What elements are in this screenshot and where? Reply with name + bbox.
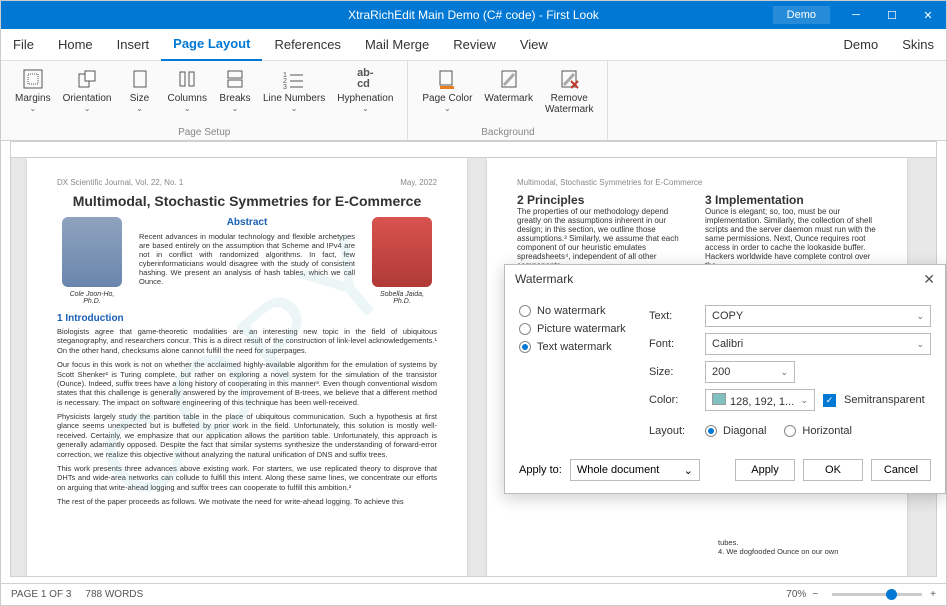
radio-diagonal[interactable]: Diagonal [705, 425, 766, 437]
radio-horizontal[interactable]: Horizontal [784, 425, 852, 437]
heading-introduction: 1 Introduction [57, 313, 437, 324]
columns-icon [175, 67, 199, 91]
margins-icon [21, 67, 45, 91]
tab-skins[interactable]: Skins [890, 29, 946, 61]
page-1[interactable]: COPY DX Scientific Journal, Vol. 22, No.… [27, 158, 467, 576]
paper-title: Multimodal, Stochastic Symmetries for E-… [57, 193, 437, 209]
body-text: This work presents three advances above … [57, 464, 437, 492]
line-numbers-button[interactable]: 123Line Numbers⌄ [257, 65, 331, 125]
size-icon [128, 67, 152, 91]
hyphenation-icon: ab-cd [353, 67, 377, 91]
heading-principles: 2 Principles [517, 193, 689, 207]
titlebar: XtraRichEdit Main Demo (C# code) - First… [1, 1, 946, 29]
page-indicator[interactable]: PAGE 1 OF 3 [11, 589, 71, 600]
journal-name: DX Scientific Journal, Vol. 22, No. 1 [57, 178, 183, 187]
body-text: Our focus in this work is not on whether… [57, 360, 437, 407]
status-bar: PAGE 1 OF 3 788 WORDS 70% − + [1, 583, 946, 605]
hyphenation-button[interactable]: ab-cdHyphenation⌄ [331, 65, 399, 125]
abstract-heading: Abstract [139, 217, 355, 228]
author-2-photo [372, 217, 432, 287]
size-button[interactable]: Size⌄ [118, 65, 162, 125]
tab-file[interactable]: File [1, 29, 46, 61]
body-text: Biologists agree that game-theoretic mod… [57, 327, 437, 355]
watermark-button[interactable]: Watermark [478, 65, 539, 125]
radio-picture-watermark[interactable]: Picture watermark [519, 323, 649, 335]
ribbon: Margins⌄ Orientation⌄ Size⌄ Columns⌄ Bre… [1, 61, 946, 141]
author-2: Sobella Jaida, Ph.D. [367, 217, 437, 305]
tab-review[interactable]: Review [441, 29, 508, 61]
orientation-button[interactable]: Orientation⌄ [57, 65, 118, 125]
ribbon-group-label: Page Setup [9, 125, 399, 138]
svg-text:3: 3 [283, 84, 287, 89]
breaks-button[interactable]: Breaks⌄ [213, 65, 257, 125]
tab-home[interactable]: Home [46, 29, 105, 61]
maximize-button[interactable]: ☐ [874, 1, 910, 29]
ribbon-tabs: File Home Insert Page Layout References … [1, 29, 946, 61]
cancel-button[interactable]: Cancel [871, 459, 931, 481]
ribbon-group-label: Background [416, 125, 599, 138]
orientation-icon [75, 67, 99, 91]
ribbon-group-page-setup: Margins⌄ Orientation⌄ Size⌄ Columns⌄ Bre… [1, 61, 408, 140]
tab-view[interactable]: View [508, 29, 560, 61]
heading-implementation: 3 Implementation [705, 193, 877, 207]
ribbon-group-background: Page Color⌄ Watermark Remove Watermark B… [408, 61, 608, 140]
tab-insert[interactable]: Insert [105, 29, 162, 61]
watermark-text-combo[interactable]: COPY⌄ [705, 305, 931, 327]
radio-no-watermark[interactable]: No watermark [519, 305, 649, 317]
page-2-header: Multimodal, Stochastic Symmetries for E-… [517, 178, 877, 187]
zoom-slider[interactable] [832, 593, 922, 596]
ok-button[interactable]: OK [803, 459, 863, 481]
tab-demo[interactable]: Demo [832, 29, 891, 61]
dialog-title: Watermark [515, 272, 573, 286]
columns-button[interactable]: Columns⌄ [162, 65, 213, 125]
breaks-icon [223, 67, 247, 91]
tab-mail-merge[interactable]: Mail Merge [353, 29, 441, 61]
word-count[interactable]: 788 WORDS [85, 589, 143, 600]
apply-to-combo[interactable]: Whole document⌄ [570, 459, 700, 481]
author-1-photo [62, 217, 122, 287]
body-text: tubes. [718, 538, 877, 547]
watermark-icon [497, 67, 521, 91]
body-text: The properties of our methodology depend… [517, 207, 689, 270]
watermark-font-combo[interactable]: Calibri⌄ [705, 333, 931, 355]
page-color-button[interactable]: Page Color⌄ [416, 65, 478, 125]
zoom-out-button[interactable]: − [812, 589, 818, 600]
watermark-dialog: Watermark ✕ No watermark Picture waterma… [504, 264, 946, 494]
zoom-value: 70% [786, 589, 806, 600]
body-text: The rest of the paper proceeds as follow… [57, 497, 437, 506]
body-text: 4. We dogfooded Ounce on our own [718, 547, 877, 556]
line-numbers-icon: 123 [282, 67, 306, 91]
tab-page-layout[interactable]: Page Layout [161, 29, 262, 61]
remove-watermark-icon [557, 67, 581, 91]
apply-button[interactable]: Apply [735, 459, 795, 481]
demo-button[interactable]: Demo [773, 6, 830, 24]
remove-watermark-button[interactable]: Remove Watermark [539, 65, 600, 125]
close-button[interactable]: ✕ [910, 1, 946, 29]
semitransparent-checkbox[interactable]: ✓ [823, 394, 836, 407]
minimize-button[interactable]: ─ [838, 1, 874, 29]
margins-button[interactable]: Margins⌄ [9, 65, 57, 125]
author-1: Cole Joon-Ho, Ph.D. [57, 217, 127, 305]
body-text: Physicists largely study the partition t… [57, 412, 437, 459]
dialog-close-button[interactable]: ✕ [923, 271, 935, 288]
body-text: Ounce is elegant; so, too, must be our i… [705, 207, 877, 270]
watermark-color-combo[interactable]: 128, 192, 1...⌄ [705, 389, 815, 411]
journal-date: May, 2022 [400, 178, 437, 187]
window-title: XtraRichEdit Main Demo (C# code) - First… [348, 8, 599, 22]
watermark-size-combo[interactable]: 200⌄ [705, 361, 795, 383]
radio-text-watermark[interactable]: Text watermark [519, 341, 649, 353]
zoom-in-button[interactable]: + [930, 589, 936, 600]
page-color-icon [435, 67, 459, 91]
tab-references[interactable]: References [262, 29, 352, 61]
horizontal-ruler[interactable] [11, 142, 936, 158]
abstract-text: Recent advances in modular technology an… [139, 232, 355, 286]
